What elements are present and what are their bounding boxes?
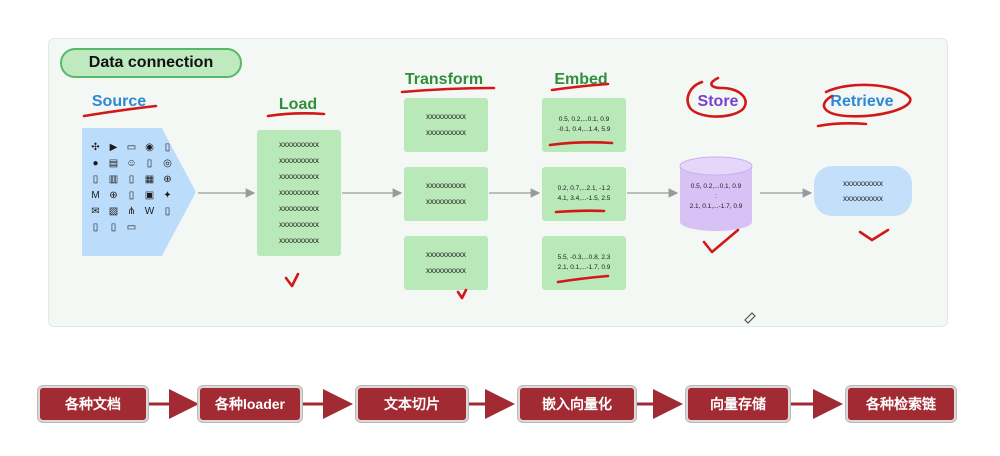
store-line: : xyxy=(715,193,717,200)
store-line: 0.5, 0.2,...0.1, 0.9 xyxy=(690,183,742,190)
pencil-icon xyxy=(744,312,756,324)
retrieve-line: xxxxxxxxxx xyxy=(843,194,883,203)
annotation-underlines xyxy=(82,76,912,284)
retrieve-line: xxxxxxxxxx xyxy=(843,179,883,188)
flow-step-store: 向量存储 xyxy=(686,386,790,422)
flow-step-documents: 各种文档 xyxy=(38,386,148,422)
retrieve-box: xxxxxxxxxx xxxxxxxxxx xyxy=(814,166,912,216)
store-values: 0.5, 0.2,...0.1, 0.9 : 2.1, 0.1,...-1.7,… xyxy=(680,182,752,212)
store-line: 2.1, 0.1,...-1.7, 0.9 xyxy=(689,203,743,210)
flow-step-retrieve: 各种检索链 xyxy=(846,386,956,422)
flow-step-loader: 各种loader xyxy=(198,386,302,422)
flow-step-split: 文本切片 xyxy=(356,386,468,422)
flow-step-embed: 嵌入向量化 xyxy=(518,386,636,422)
annotation-checks xyxy=(284,228,890,300)
